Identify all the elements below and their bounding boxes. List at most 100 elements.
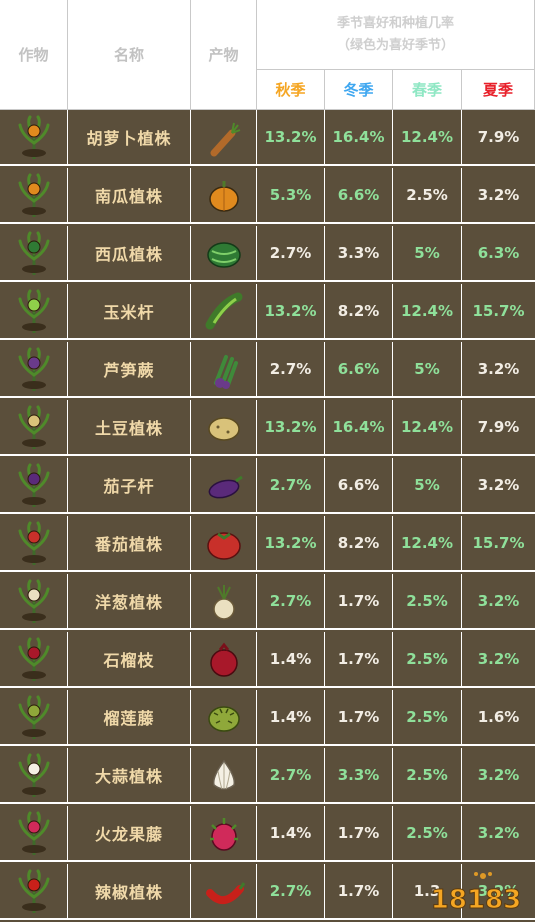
onion-icon — [191, 574, 257, 630]
header-title-line2: （绿色为喜好季节） — [337, 35, 454, 57]
rate-autumn: 13.2% — [257, 110, 325, 166]
crop-name: 辣椒植株 — [68, 864, 191, 920]
crop-name: 榴莲藤 — [68, 690, 191, 746]
potato-icon — [191, 400, 257, 456]
table-row: 大蒜植株2.7%3.3%2.5%3.2% — [0, 748, 535, 806]
carrot-icon — [191, 110, 257, 166]
asparagus-plant-icon — [0, 342, 68, 398]
garlic-icon — [191, 748, 257, 804]
rate-winter: 1.7% — [325, 690, 393, 746]
rate-spring: 2.5% — [393, 168, 462, 224]
pumpkin-icon — [191, 168, 257, 224]
durian-icon — [191, 690, 257, 746]
rate-autumn: 2.7% — [257, 574, 325, 630]
crop-name: 大蒜植株 — [68, 748, 191, 804]
tomato-icon — [191, 516, 257, 572]
watermark-logo: 18183 — [421, 868, 531, 916]
asparagus-icon — [191, 342, 257, 398]
rate-summer: 3.2% — [462, 342, 535, 398]
rate-spring: 12.4% — [393, 284, 462, 340]
dragonfruit-plant-icon — [0, 806, 68, 862]
header-name: 名称 — [68, 0, 191, 110]
watermark-text: 18183 — [431, 885, 521, 915]
rate-winter: 6.6% — [325, 342, 393, 398]
crop-name: 火龙果藤 — [68, 806, 191, 862]
rate-winter: 16.4% — [325, 400, 393, 456]
onion-plant-icon — [0, 574, 68, 630]
watermelon-icon — [191, 226, 257, 282]
rate-spring: 12.4% — [393, 516, 462, 572]
table-row: 番茄植株13.2%8.2%12.4%15.7% — [0, 516, 535, 574]
header-season-spring: 春季 — [393, 70, 462, 110]
dragonfruit-icon — [191, 806, 257, 862]
rate-spring: 5% — [393, 342, 462, 398]
rate-winter: 16.4% — [325, 110, 393, 166]
rate-autumn: 13.2% — [257, 284, 325, 340]
rate-summer: 7.9% — [462, 110, 535, 166]
table-row: 洋葱植株2.7%1.7%2.5%3.2% — [0, 574, 535, 632]
crop-name: 玉米杆 — [68, 284, 191, 340]
rate-summer: 3.2% — [462, 458, 535, 514]
crop-name: 胡萝卜植株 — [68, 110, 191, 166]
rate-autumn: 2.7% — [257, 864, 325, 920]
crop-name: 西瓜植株 — [68, 226, 191, 282]
header-season-winter: 冬季 — [325, 70, 393, 110]
corn-icon — [191, 284, 257, 340]
eggplant-icon — [191, 458, 257, 514]
rate-summer: 3.2% — [462, 806, 535, 862]
rate-spring: 2.5% — [393, 806, 462, 862]
crop-name: 南瓜植株 — [68, 168, 191, 224]
garlic-plant-icon — [0, 748, 68, 804]
rate-summer: 15.7% — [462, 516, 535, 572]
rate-autumn: 5.3% — [257, 168, 325, 224]
pepper-plant-icon — [0, 864, 68, 920]
rate-autumn: 2.7% — [257, 226, 325, 282]
rate-spring: 2.5% — [393, 574, 462, 630]
table-row: 土豆植株 13.2%16.4%12.4%7.9% — [0, 400, 535, 458]
rate-autumn: 2.7% — [257, 748, 325, 804]
table-row: 胡萝卜植株13.2%16.4%12.4%7.9% — [0, 110, 535, 168]
rate-autumn: 13.2% — [257, 400, 325, 456]
rate-spring: 12.4% — [393, 400, 462, 456]
rate-winter: 1.7% — [325, 806, 393, 862]
rate-winter: 1.7% — [325, 574, 393, 630]
rate-spring: 2.5% — [393, 632, 462, 688]
table-row: 西瓜植株2.7%3.3%5%6.3% — [0, 226, 535, 284]
pomegranate-plant-icon — [0, 632, 68, 688]
table-row: 榴莲藤 1.4%1.7%2.5%1.6% — [0, 690, 535, 748]
rate-summer: 7.9% — [462, 400, 535, 456]
durian-plant-icon — [0, 690, 68, 746]
crop-name: 土豆植株 — [68, 400, 191, 456]
table-row: 石榴枝1.4%1.7%2.5%3.2% — [0, 632, 535, 690]
rate-spring: 5% — [393, 226, 462, 282]
crop-name: 番茄植株 — [68, 516, 191, 572]
header-product: 产物 — [191, 0, 257, 110]
potato-plant-icon — [0, 400, 68, 456]
rate-winter: 8.2% — [325, 284, 393, 340]
rate-autumn: 1.4% — [257, 690, 325, 746]
crop-name: 洋葱植株 — [68, 574, 191, 630]
rate-spring: 2.5% — [393, 690, 462, 746]
header-season-autumn: 秋季 — [257, 70, 325, 110]
eggplant-plant-icon — [0, 458, 68, 514]
rate-autumn: 1.4% — [257, 632, 325, 688]
corn-plant-icon — [0, 284, 68, 340]
table-row: 芦笋蕨2.7%6.6%5%3.2% — [0, 342, 535, 400]
header-season-summer: 夏季 — [462, 70, 535, 110]
header-crop: 作物 — [0, 0, 68, 110]
rate-autumn: 1.4% — [257, 806, 325, 862]
rate-summer: 1.6% — [462, 690, 535, 746]
pomegranate-icon — [191, 632, 257, 688]
rate-winter: 6.6% — [325, 168, 393, 224]
carrot-plant-icon — [0, 110, 68, 166]
crop-season-table: 作物 名称 产物 季节喜好和种植几率 （绿色为喜好季节） 秋季 冬季 春季 夏季… — [0, 0, 535, 920]
table-row: 火龙果藤 1.4%1.7%2.5%3.2% — [0, 806, 535, 864]
crop-name: 芦笋蕨 — [68, 342, 191, 398]
rate-summer: 6.3% — [462, 226, 535, 282]
table-row: 南瓜植株5.3%6.6%2.5%3.2% — [0, 168, 535, 226]
pepper-icon — [191, 864, 257, 920]
rate-spring: 2.5% — [393, 748, 462, 804]
header-title: 季节喜好和种植几率 （绿色为喜好季节） — [257, 0, 535, 70]
rate-winter: 1.7% — [325, 632, 393, 688]
table-row: 茄子杆2.7%6.6%5%3.2% — [0, 458, 535, 516]
